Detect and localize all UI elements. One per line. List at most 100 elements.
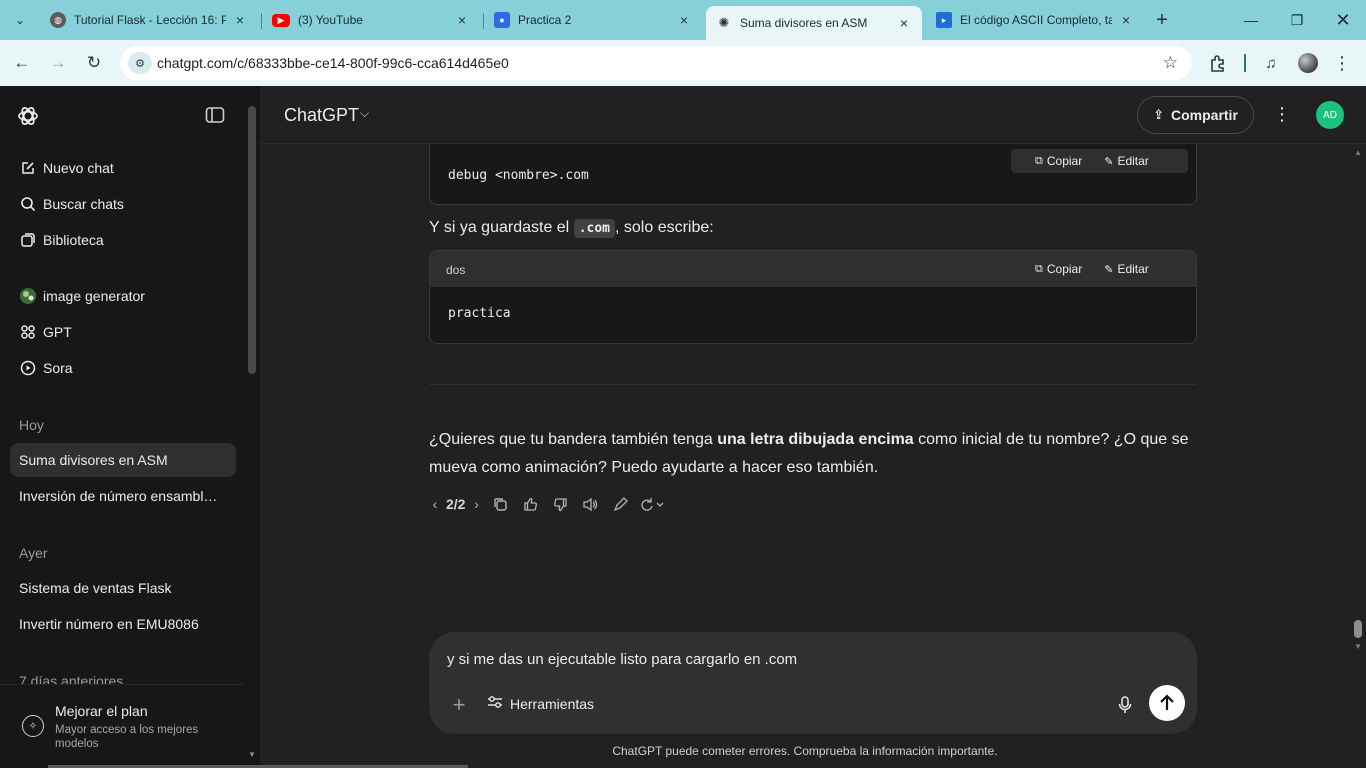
new-chat-icon [19,159,37,177]
search-icon [19,195,37,213]
bookmark-star-icon[interactable]: ☆ [1163,53,1178,73]
share-icon: ⇪ [1153,107,1164,122]
close-tab-icon[interactable]: × [896,15,912,31]
minimize-window-button[interactable]: — [1228,0,1274,40]
upgrade-plan-button[interactable]: ✧ Mejorar el plan Mayor acceso a los mej… [0,684,244,768]
sidebar-item-new-chat[interactable]: Nuevo chat [10,151,236,185]
edit-icon: ✎ [1104,263,1114,276]
close-tab-icon[interactable]: × [232,12,248,28]
url-text[interactable]: chatgpt.com/c/68333bbe-ce14-800f-99c6-cc… [157,55,509,71]
add-attachment-icon[interactable]: + [449,692,469,718]
close-window-button[interactable]: ✕ [1320,0,1366,40]
main-panel: ChatGPT ⌵ ⇪ Compartir ⋮ AD debug <nombre… [260,86,1366,768]
inline-code: .com [573,219,615,238]
scroll-down-arrow-icon[interactable]: ▼ [1354,642,1362,651]
sidebar-item-sora[interactable]: Sora [10,351,236,385]
sidebar-section-heading: Hoy [19,417,44,433]
sidebar-scrollbar[interactable] [248,106,256,374]
video-icon: ▸ [936,12,952,28]
tools-button[interactable]: Herramientas [487,695,594,712]
thumbs-down-icon[interactable] [545,492,575,516]
youtube-icon: ▶ [272,13,290,27]
image-generator-icon [19,287,37,305]
browser-tab[interactable]: ◍ Tutorial Flask - Lección 16: P × [40,6,258,34]
main-scrollbar[interactable] [1354,620,1362,638]
model-selector[interactable]: ChatGPT [284,105,359,126]
restore-window-button[interactable]: ❐ [1274,0,1320,40]
tools-sliders-icon [487,695,503,712]
generic-site-icon: ◍ [50,12,66,28]
sora-icon [19,359,37,377]
upgrade-sparkle-icon: ✧ [22,715,44,737]
copy-code-button[interactable]: ⧉ Copiar [1035,262,1082,276]
microphone-icon[interactable] [1115,693,1135,717]
toolbar-divider [1244,54,1246,72]
prompt-input[interactable]: y si me das un ejecutable listo para car… [447,651,797,668]
extensions-icon[interactable] [1206,51,1230,75]
copy-code-button[interactable]: ⧉ Copiar [1035,154,1082,168]
regenerate-icon[interactable] [635,492,671,516]
next-response-icon[interactable]: › [467,492,485,516]
sidebar-chat-item[interactable]: Invertir número en EMU8086 [10,607,236,641]
edit-code-button[interactable]: ✎ Editar [1104,154,1149,168]
code-actions: ⧉ Copiar ✎ Editar [1011,149,1188,173]
browser-tab[interactable]: ● Practica 2 × [484,6,702,34]
sidebar-item-library[interactable]: Biblioteca [10,223,236,257]
code-text: practica [448,306,511,321]
browser-tab-bar: ⌄ ◍ Tutorial Flask - Lección 16: P × ▶ (… [0,0,1366,40]
new-tab-button[interactable]: + [1150,8,1174,32]
edit-in-canvas-icon[interactable] [605,492,635,516]
sidebar-item-gpt[interactable]: GPT [10,315,236,349]
message-paragraph: Y si ya guardaste el .com, solo escribe: [429,219,714,238]
message-actions: ‹ 2/2 › [426,492,671,516]
close-tab-icon[interactable]: × [454,12,470,28]
browser-tab[interactable]: ▸ El código ASCII Completo, ta × [926,6,1144,34]
sidebar-section-heading: Ayer [19,545,48,561]
disclaimer-text: ChatGPT puede cometer errores. Comprueba… [612,744,998,758]
code-text: debug <nombre>.com [448,168,589,183]
thumbs-up-icon[interactable] [515,492,545,516]
copy-icon: ⧉ [1035,154,1043,167]
openai-logo-icon[interactable] [16,104,40,128]
reload-icon[interactable]: ↻ [81,50,107,76]
scroll-down-arrow-icon[interactable]: ▼ [248,750,256,759]
user-avatar[interactable]: AD [1316,101,1344,129]
site-info-icon[interactable]: ⚙ [128,52,152,74]
previous-response-icon[interactable]: ‹ [426,492,444,516]
close-tab-icon[interactable]: × [676,12,692,28]
browser-toolbar: ← → ↻ ⚙ chatgpt.com/c/68333bbe-ce14-800f… [0,40,1366,86]
browser-tab-active[interactable]: ✺ Suma divisores en ASM × [706,6,922,40]
back-arrow-icon[interactable]: ← [9,50,35,76]
sidebar-item-search[interactable]: Buscar chats [10,187,236,221]
browser-menu-icon[interactable]: ⋮ [1330,51,1354,75]
share-button[interactable]: ⇪ Compartir [1137,96,1254,134]
sidebar-chat-item[interactable]: Sistema de ventas Flask [10,571,236,605]
address-bar[interactable]: ⚙ chatgpt.com/c/68333bbe-ce14-800f-99c6-… [120,46,1192,80]
sidebar-chat-item[interactable]: Suma divisores en ASM [10,443,236,477]
browser-tab[interactable]: ▶ (3) YouTube × [262,6,480,34]
read-aloud-icon[interactable] [575,492,605,516]
sidebar: Nuevo chat Buscar chats Biblioteca image… [0,86,260,768]
media-controls-icon[interactable]: ♫ [1259,51,1283,75]
gpt-grid-icon [19,323,37,341]
profile-avatar[interactable] [1298,53,1318,73]
chatgpt-icon: ✺ [716,15,732,31]
close-tab-icon[interactable]: × [1118,12,1134,28]
copy-icon[interactable] [485,492,515,516]
copy-icon: ⧉ [1035,262,1043,275]
edit-code-button[interactable]: ✎ Editar [1104,262,1149,276]
message-composer[interactable]: y si me das un ejecutable listo para car… [429,632,1197,734]
sidebar-item-image-generator[interactable]: image generator [10,279,236,313]
forward-arrow-icon[interactable]: → [45,50,71,76]
chevron-down-icon[interactable]: ⌵ [360,106,369,121]
response-pager: 2/2 [446,496,466,512]
sidebar-chat-item[interactable]: Inversión de número ensambl… [10,479,236,513]
section-divider [429,384,1197,385]
send-button[interactable] [1149,685,1185,721]
sidebar-toggle-icon[interactable] [204,104,228,128]
tab-search-button[interactable]: ⌄ [6,7,34,33]
chat-header: ChatGPT ⌵ ⇪ Compartir ⋮ AD [260,86,1366,144]
scroll-up-arrow-icon[interactable]: ▲ [1354,148,1362,157]
more-options-icon[interactable]: ⋮ [1272,104,1292,125]
code-actions: ⧉ Copiar ✎ Editar [1035,257,1171,281]
